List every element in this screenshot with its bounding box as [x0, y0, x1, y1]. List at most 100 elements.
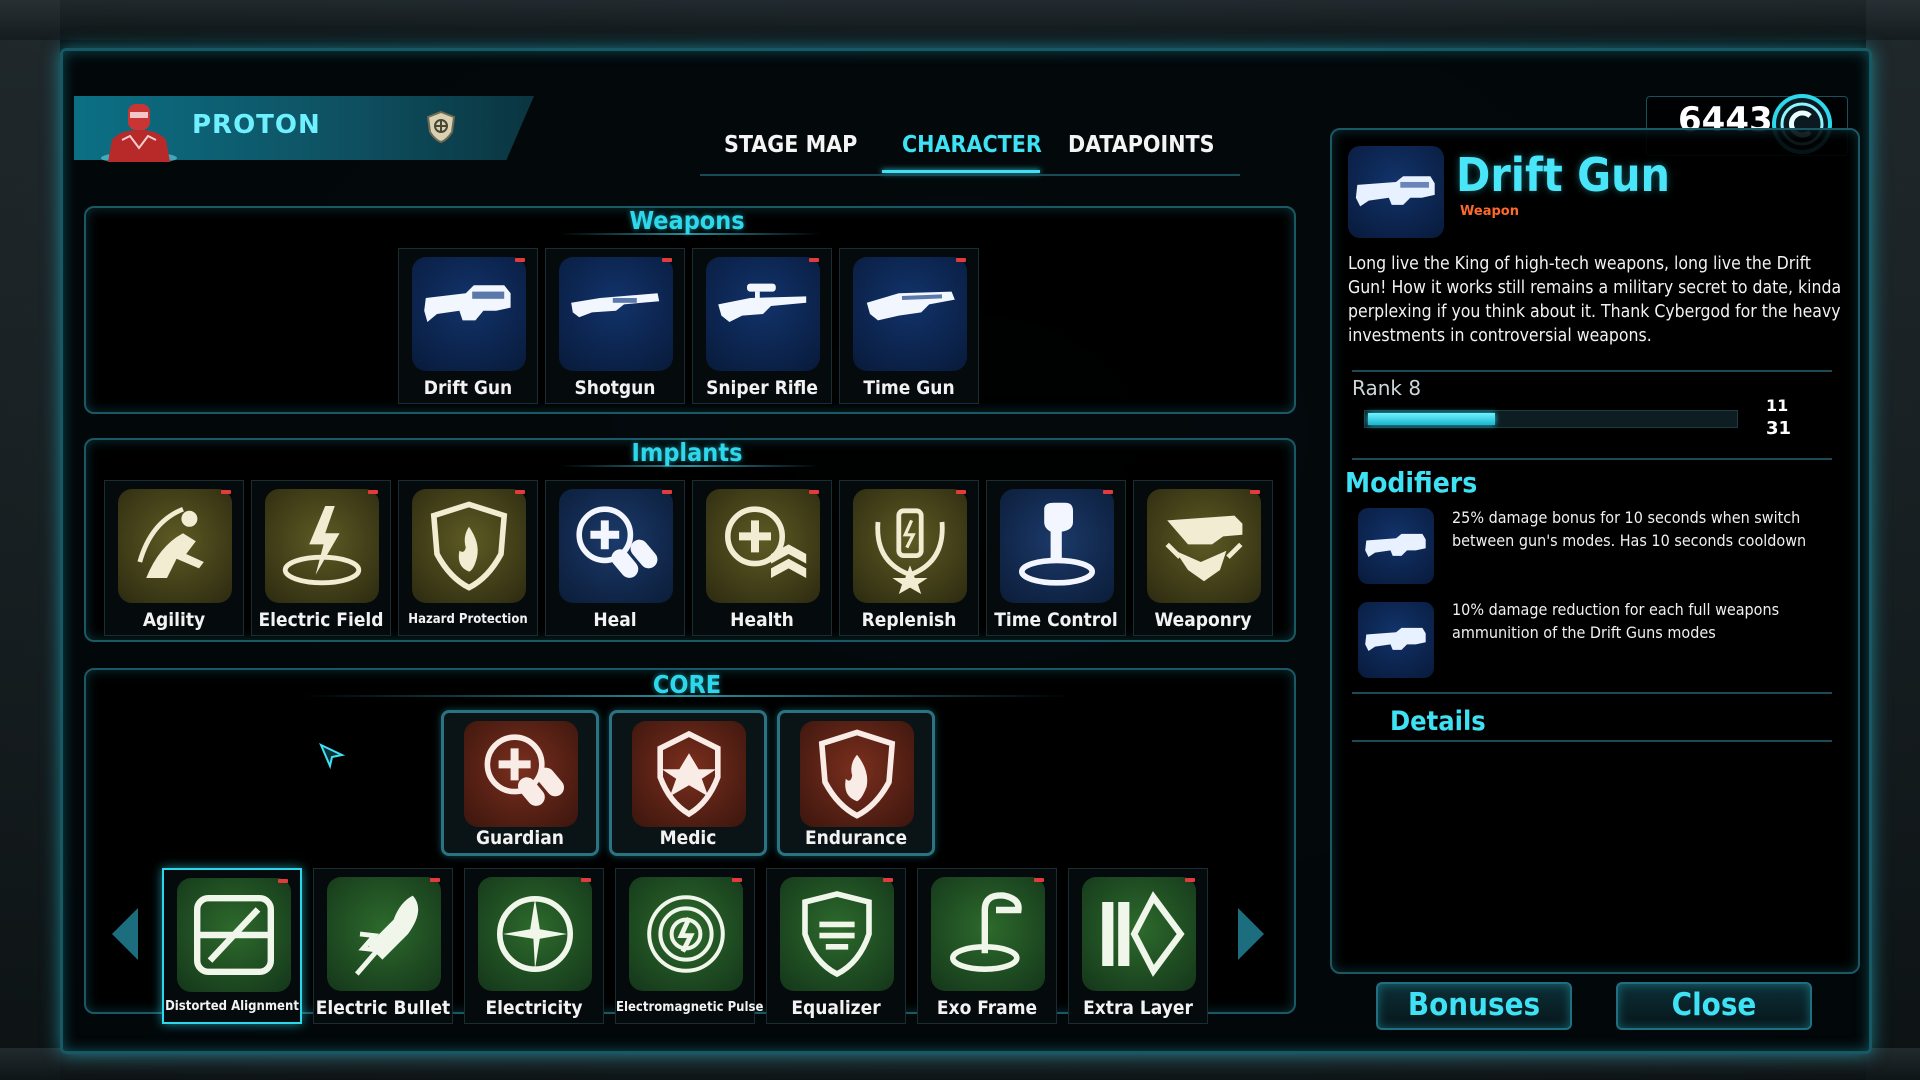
drift-gun-icon [1365, 533, 1426, 557]
details-bottom-line [1352, 740, 1832, 742]
upgrade-indicator [732, 878, 742, 882]
endurance-icon [800, 721, 914, 827]
tile-label: Medic [659, 827, 717, 849]
tile-label: Electric Bullet [315, 997, 451, 1019]
core-class-tile-endurance[interactable]: Endurance [777, 710, 935, 856]
tile-label: Health [730, 609, 794, 631]
tile-label: Extra Layer [1083, 997, 1193, 1019]
tile-label: Weaponry [1154, 609, 1252, 631]
tile-label: Exo Frame [936, 997, 1038, 1019]
tab-stage-map[interactable]: STAGE MAP [724, 132, 857, 158]
rank-current-value: 11 [1766, 396, 1789, 415]
modifiers-title: Modifiers [1345, 466, 1478, 499]
drift-gun-icon [1355, 176, 1435, 207]
sniper-rifle-icon [706, 257, 820, 371]
weapon-tile-drift-gun[interactable]: Drift Gun [398, 248, 538, 404]
upgrade-indicator [662, 490, 672, 494]
tile-label: Agility [142, 609, 206, 631]
background-beam [0, 0, 1920, 40]
upgrade-indicator [956, 258, 966, 262]
details-top-line [1352, 692, 1832, 694]
tile-label: Endurance [804, 827, 908, 849]
weapon-tile-sniper-rifle[interactable]: Sniper Rifle [692, 248, 832, 404]
electromagnetic-pulse-icon [629, 877, 743, 991]
background-pillar [1866, 0, 1920, 1080]
upgrade-indicator [1185, 878, 1195, 882]
details-title[interactable]: Details [1390, 706, 1486, 737]
core-skill-tile-exo-frame[interactable]: Exo Frame [917, 868, 1057, 1024]
core-skill-tile-equalizer[interactable]: Equalizer [766, 868, 906, 1024]
rank-label: Rank 8 [1352, 376, 1422, 400]
upgrade-indicator [515, 490, 525, 494]
electricity-icon [478, 877, 592, 991]
tile-label: Drift Gun [423, 377, 513, 399]
implant-tile-weaponry[interactable]: Weaponry [1133, 480, 1273, 636]
rank-top-line [1352, 370, 1832, 372]
core-skill-tile-extra-layer[interactable]: Extra Layer [1068, 868, 1208, 1024]
time-control-icon [1000, 489, 1114, 603]
weapons-panel [84, 206, 1296, 414]
nav-divider [700, 174, 1240, 176]
core-skill-tile-electromagnetic-pulse[interactable]: Electromagnetic Pulse [615, 868, 764, 1024]
detail-subtitle: Weapon [1460, 204, 1519, 219]
tab-datapoints[interactable]: DATAPOINTS [1068, 132, 1215, 158]
upgrade-indicator [809, 490, 819, 494]
rank-shield-icon [426, 110, 456, 144]
tile-label: Electricity [485, 997, 583, 1019]
core-class-tile-guardian[interactable]: Guardian [441, 710, 599, 856]
mouse-cursor-icon [319, 742, 346, 770]
tile-label: Electromagnetic Pulse [616, 1000, 764, 1015]
character-avatar [101, 104, 177, 162]
weapons-title: Weapons [629, 206, 745, 235]
character-name: PROTON [192, 110, 321, 140]
upgrade-indicator [1103, 490, 1113, 494]
implant-tile-heal[interactable]: Heal [545, 480, 685, 636]
tile-label: Electric Field [258, 609, 384, 631]
scroll-right-arrow[interactable] [1234, 904, 1270, 964]
upgrade-indicator [581, 878, 591, 882]
weapon-tile-time-gun[interactable]: Time Gun [839, 248, 979, 404]
background-pillar [0, 0, 60, 1080]
implant-tile-hazard-protection[interactable]: Hazard Protection [398, 480, 538, 636]
upgrade-indicator [368, 490, 378, 494]
upgrade-indicator [430, 878, 440, 882]
scroll-left-arrow[interactable] [106, 904, 142, 964]
tile-label: Distorted Alignment [165, 999, 299, 1014]
tile-label: Guardian [476, 827, 564, 849]
drift-gun-icon [412, 257, 526, 371]
implant-tile-replenish[interactable]: Replenish [839, 480, 979, 636]
upgrade-indicator [278, 879, 288, 883]
core-skill-tile-electricity[interactable]: Electricity [464, 868, 604, 1024]
implant-tile-time-control[interactable]: Time Control [986, 480, 1126, 636]
core-skill-tile-electric-bullet[interactable]: Electric Bullet [313, 868, 453, 1024]
modifier-2-icon [1358, 602, 1434, 678]
upgrade-indicator [956, 490, 966, 494]
rank-max-value: 31 [1766, 418, 1792, 439]
tile-label: Time Control [994, 609, 1118, 631]
core-title: CORE [652, 670, 722, 699]
weapon-tile-shotgun[interactable]: Shotgun [545, 248, 685, 404]
detail-description: Long live the King of high-tech weapons,… [1348, 254, 1842, 346]
close-button[interactable]: Close [1616, 982, 1812, 1030]
upgrade-indicator [809, 258, 819, 262]
medic-icon [632, 721, 746, 827]
core-skill-tile-distorted-alignment[interactable]: Distorted Alignment [162, 868, 302, 1024]
exo-frame-icon [931, 877, 1045, 991]
tile-label: Time Gun [863, 377, 955, 399]
upgrade-indicator [1250, 490, 1260, 494]
core-class-tile-medic[interactable]: Medic [609, 710, 767, 856]
electric-field-icon [265, 489, 379, 603]
tile-label: Replenish [861, 609, 957, 631]
modifier-1-icon [1358, 508, 1434, 584]
implant-tile-agility[interactable]: Agility [104, 480, 244, 636]
upgrade-indicator [883, 878, 893, 882]
upgrade-indicator [221, 490, 231, 494]
implants-title: Implants [631, 438, 743, 467]
tile-label: Equalizer [791, 997, 881, 1019]
bonuses-button[interactable]: Bonuses [1376, 982, 1572, 1030]
tile-label: Heal [593, 609, 637, 631]
detail-weapon-icon [1348, 146, 1444, 238]
implant-tile-electric-field[interactable]: Electric Field [251, 480, 391, 636]
implant-tile-health[interactable]: Health [692, 480, 832, 636]
tab-character[interactable]: CHARACTER [902, 132, 1042, 158]
